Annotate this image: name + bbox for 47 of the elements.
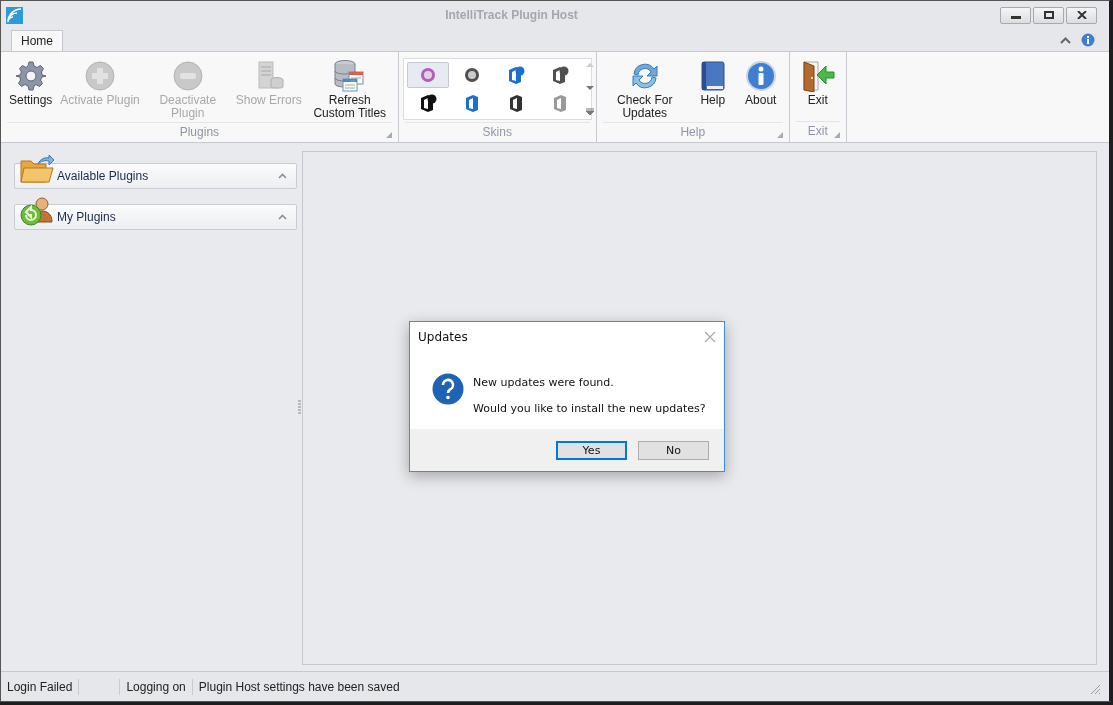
ribbon-button[interactable]: Check For Updates — [600, 56, 689, 122]
book-icon — [698, 60, 727, 92]
info-icon[interactable] — [1081, 33, 1095, 47]
caret-icon — [278, 173, 287, 179]
status-text: Login Failed — [7, 679, 73, 694]
window-title: IntelliTrack Plugin Host — [444, 8, 579, 22]
ribbon-button[interactable]: About — [736, 56, 785, 122]
maximize-button[interactable] — [1033, 6, 1064, 24]
ribbon-button[interactable]: Refresh Custom Titles — [305, 56, 394, 122]
dialog-button[interactable]: Yes — [556, 440, 627, 460]
door-exit-icon — [800, 60, 835, 92]
expand-gallery-icon[interactable] — [585, 108, 594, 116]
close-icon[interactable] — [704, 331, 716, 343]
caret-icon — [278, 214, 287, 220]
plus-icon — [84, 60, 117, 92]
user-refresh-icon — [20, 196, 54, 226]
ribbon-tab[interactable]: Home — [11, 30, 63, 51]
database-icon — [332, 59, 367, 93]
ribbon-button[interactable]: Help — [688, 56, 737, 122]
dialog-message: Would you like to install the new updates? — [473, 402, 706, 415]
status-text: Logging on — [126, 679, 186, 694]
ribbon-group-label: Help — [680, 124, 706, 139]
scroll-down-icon[interactable] — [585, 85, 594, 91]
info-icon — [744, 60, 777, 92]
nav-group-header[interactable]: Available Plugins — [14, 163, 297, 189]
app-logo-icon — [6, 6, 23, 24]
splitter-handle-icon[interactable] — [298, 400, 301, 414]
ribbon-group-label: Exit — [807, 124, 828, 138]
dialog-title: Updates — [418, 330, 469, 344]
folder-icon — [20, 155, 54, 185]
close-icon — [1076, 11, 1087, 19]
maximize-icon — [1043, 11, 1054, 19]
minus-icon — [171, 60, 204, 92]
question-icon — [432, 373, 464, 405]
dialog-message: New updates were found. — [473, 376, 615, 389]
dialog-button[interactable]: No — [638, 440, 709, 460]
ribbon-button[interactable]: Exit — [793, 56, 842, 121]
ribbon-group-label: Plugins — [179, 124, 220, 139]
gear-icon — [14, 60, 47, 92]
status-text: Plugin Host settings have been saved — [198, 679, 400, 694]
close-button[interactable] — [1066, 6, 1097, 24]
ribbon-button[interactable]: Settings — [5, 56, 57, 122]
ribbon-group-label: Skins — [482, 124, 512, 139]
minimize-button[interactable] — [1000, 6, 1031, 24]
collapse-ribbon-icon[interactable] — [1060, 36, 1071, 44]
resize-grip-icon[interactable] — [1090, 684, 1101, 695]
nav-group-header[interactable]: My Plugins — [14, 204, 297, 230]
